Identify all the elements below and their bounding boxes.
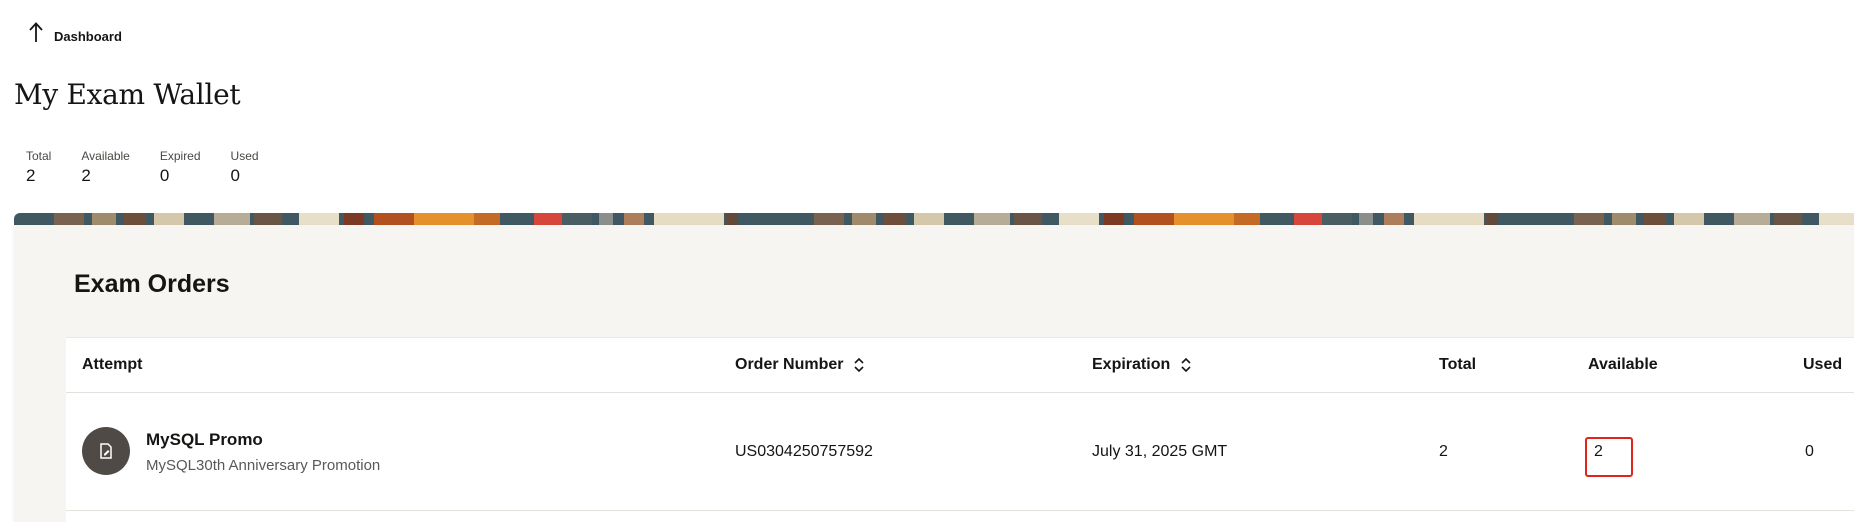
column-header-used: Used [1803,338,1842,392]
column-label: Used [1803,356,1843,373]
column-header-total: Total [1439,338,1476,392]
stat-expired: Expired 0 [160,149,201,187]
section-title: Exam Orders [74,270,230,298]
stat-total: Total 2 [26,149,51,187]
column-label: Expiration [1092,356,1171,373]
order-number-cell: US0304250757592 [735,442,873,460]
stat-label: Available [81,149,130,163]
sort-icon[interactable] [1180,357,1192,373]
column-header-order-number[interactable]: Order Number [735,338,865,392]
column-header-attempt: Attempt [82,338,142,392]
stat-value: 2 [26,166,36,185]
stat-label: Total [26,149,52,163]
stat-used: Used 0 [231,149,259,187]
page-title: My Exam Wallet [14,78,241,111]
available-highlight-box [1585,437,1633,477]
stat-available: Available 2 [81,149,129,187]
table-row[interactable]: MySQL Promo MySQL30th Anniversary Promot… [66,393,1854,511]
column-label: Order Number [735,356,844,373]
stat-label: Expired [159,149,201,163]
wallet-stats: Total 2 Available 2 Expired 0 Used 0 [26,149,289,187]
column-label: Total [1439,356,1477,373]
used-cell: 0 [1805,442,1814,460]
stat-value: 2 [81,166,91,185]
sort-icon[interactable] [853,357,865,373]
stat-label: Used [230,149,259,163]
column-label: Available [1588,356,1658,373]
stat-value: 0 [159,166,170,185]
column-header-available: Available [1588,338,1658,392]
attempt-name: MySQL Promo [146,430,263,449]
arrow-up-icon [28,20,44,44]
table-header: Attempt Order Number Expiration Total Av… [66,338,1854,393]
exam-wallet-page: Dashboard My Exam Wallet Total 2 Availab… [0,0,1854,522]
column-header-expiration[interactable]: Expiration [1092,338,1192,392]
exam-orders-card: Exam Orders Attempt Order Number Expirat… [14,225,1854,522]
exam-orders-table: Attempt Order Number Expiration Total Av… [66,337,1854,522]
exam-voucher-icon [82,427,130,475]
expiration-cell: July 31, 2025 GMT [1092,442,1228,460]
back-to-dashboard-link[interactable]: Dashboard [28,20,122,44]
total-cell: 2 [1439,442,1448,460]
back-link-label: Dashboard [54,28,122,44]
decorative-banner [14,213,1854,225]
column-label: Attempt [82,356,143,373]
attempt-description: MySQL30th Anniversary Promotion [146,457,381,474]
stat-value: 0 [230,166,240,185]
attempt-cell: MySQL Promo MySQL30th Anniversary Promot… [146,429,380,476]
